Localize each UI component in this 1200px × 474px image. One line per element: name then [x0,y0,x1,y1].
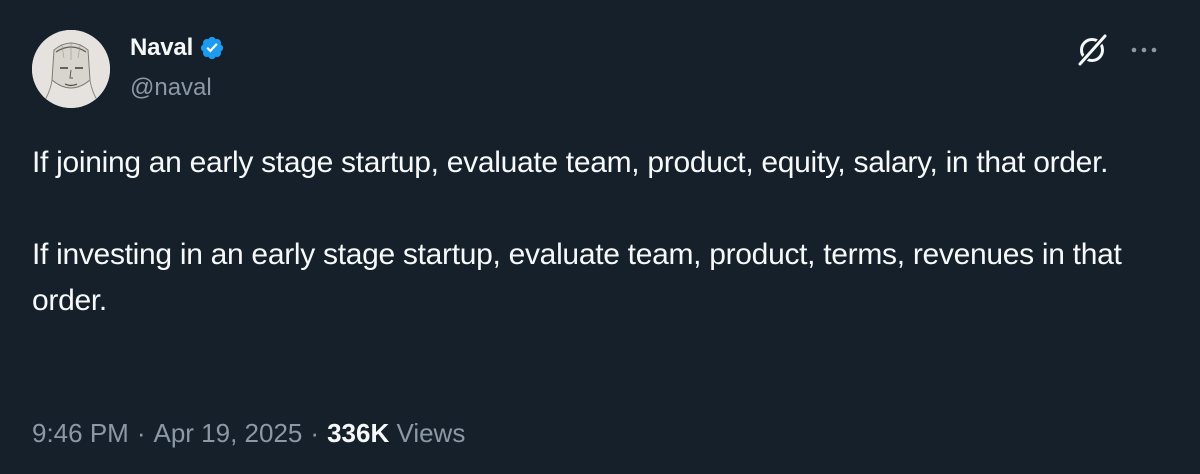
verified-badge-icon[interactable] [199,35,225,61]
tweet-card: Naval @naval If joining an early stage s… [0,0,1200,474]
tweet-paragraph: If investing in an early stage startup, … [32,238,1122,317]
author-name-row: Naval [130,33,225,63]
meta-separator: · [136,418,146,448]
author-handle[interactable]: @naval [130,74,212,102]
grok-icon[interactable] [1074,32,1110,68]
tweet-meta: 9:46 PM · Apr 19, 2025 · 336K Views [32,418,465,449]
tweet-date[interactable]: Apr 19, 2025 [154,418,303,448]
author-display-name[interactable]: Naval [130,34,193,62]
tweet-time[interactable]: 9:46 PM [32,418,129,448]
views-label: Views [396,418,466,448]
meta-separator: · [310,418,320,448]
tweet-paragraph: If joining an early stage startup, evalu… [32,146,1109,179]
avatar-sketch-icon [32,30,110,108]
more-options-icon[interactable] [1126,38,1162,62]
views-count: 336K [327,418,390,448]
tweet-text: If joining an early stage startup, evalu… [32,140,1172,324]
avatar[interactable] [32,30,110,108]
